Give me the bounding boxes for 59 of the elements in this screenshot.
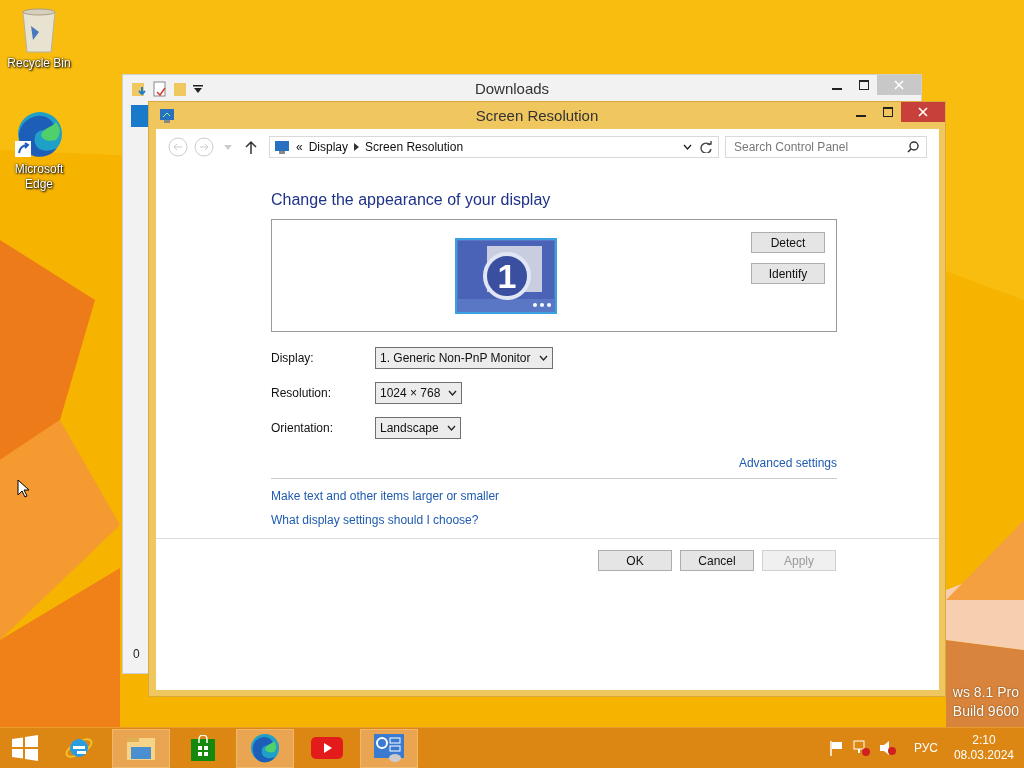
folder-icon — [173, 80, 187, 97]
taskbar-app[interactable] — [236, 728, 294, 768]
window-title: Downloads — [473, 80, 551, 97]
dialog-button[interactable]: Cancel — [680, 550, 754, 571]
search-field[interactable]: Search Control Panel — [725, 136, 927, 158]
breadcrumb[interactable]: Display — [308, 140, 349, 154]
customize-arrow-icon — [193, 83, 203, 94]
help-link[interactable]: Make text and other items larger or smaller — [271, 489, 500, 503]
caret-icon — [224, 144, 233, 150]
edge-shortcut-icon — [14, 110, 64, 160]
desktop-icon-label: Recycle Bin — [7, 56, 71, 71]
play-icon — [311, 737, 343, 759]
volume-muted-icon[interactable] — [877, 738, 898, 758]
address-bar[interactable]: « Display Screen Resolution — [269, 136, 719, 158]
taskbar-app[interactable] — [360, 728, 418, 768]
windows-logo-icon — [12, 735, 38, 761]
identify-button[interactable]: Identify — [751, 263, 825, 284]
control-panel-icon — [373, 733, 405, 763]
page-heading: Change the appearance of your display — [271, 191, 552, 209]
store-bag-icon — [191, 735, 215, 761]
window-title: Screen Resolution — [474, 107, 600, 124]
folder-download-icon — [131, 80, 147, 97]
cursor-icon — [17, 479, 29, 498]
setting-label: Display: — [271, 351, 315, 365]
minimize-icon — [855, 114, 866, 117]
recycle-bin-icon — [21, 8, 57, 54]
edition-text: ws 8.1 Pro — [952, 684, 1019, 700]
setting-label: Orientation: — [271, 421, 335, 435]
breadcrumb[interactable]: Screen Resolution — [365, 140, 464, 154]
network-icon[interactable] — [851, 738, 872, 758]
taskbar-app[interactable] — [112, 728, 170, 768]
advanced-settings-link[interactable]: Advanced settings — [738, 456, 837, 470]
refresh-icon — [700, 141, 712, 153]
document-icon — [153, 80, 167, 97]
back-button[interactable] — [168, 136, 188, 158]
dropdown[interactable]: 1. Generic Non-PnP Monitor — [375, 347, 553, 369]
dropdown[interactable]: Landscape — [375, 417, 461, 439]
separator-arrow-icon — [354, 143, 360, 151]
breadcrumb-overflow[interactable]: « — [296, 140, 303, 154]
setting-label: Resolution: — [271, 386, 333, 400]
edge-icon — [250, 733, 280, 763]
close-icon — [918, 107, 928, 117]
dropdown[interactable]: 1024 × 768 — [375, 382, 463, 404]
desktop-icon-label: Microsoft Edge — [13, 162, 65, 192]
monitor-icon — [159, 107, 175, 124]
search-icon — [907, 141, 919, 153]
help-link[interactable]: What display settings should I choose? — [271, 513, 479, 527]
dialog-button[interactable]: OK — [598, 550, 672, 571]
maximize-icon — [858, 80, 869, 90]
close-icon — [894, 80, 904, 90]
monitor-icon — [274, 139, 290, 155]
status-text: 0 — [133, 647, 140, 661]
detect-button[interactable]: Detect — [751, 232, 825, 253]
forward-button[interactable] — [194, 136, 214, 158]
folder-icon — [126, 735, 156, 761]
edition-text: Build 9600 — [952, 703, 1019, 719]
minimize-icon — [831, 87, 842, 90]
maximize-icon — [882, 107, 893, 117]
monitor-number-icon: 1 — [455, 238, 557, 314]
